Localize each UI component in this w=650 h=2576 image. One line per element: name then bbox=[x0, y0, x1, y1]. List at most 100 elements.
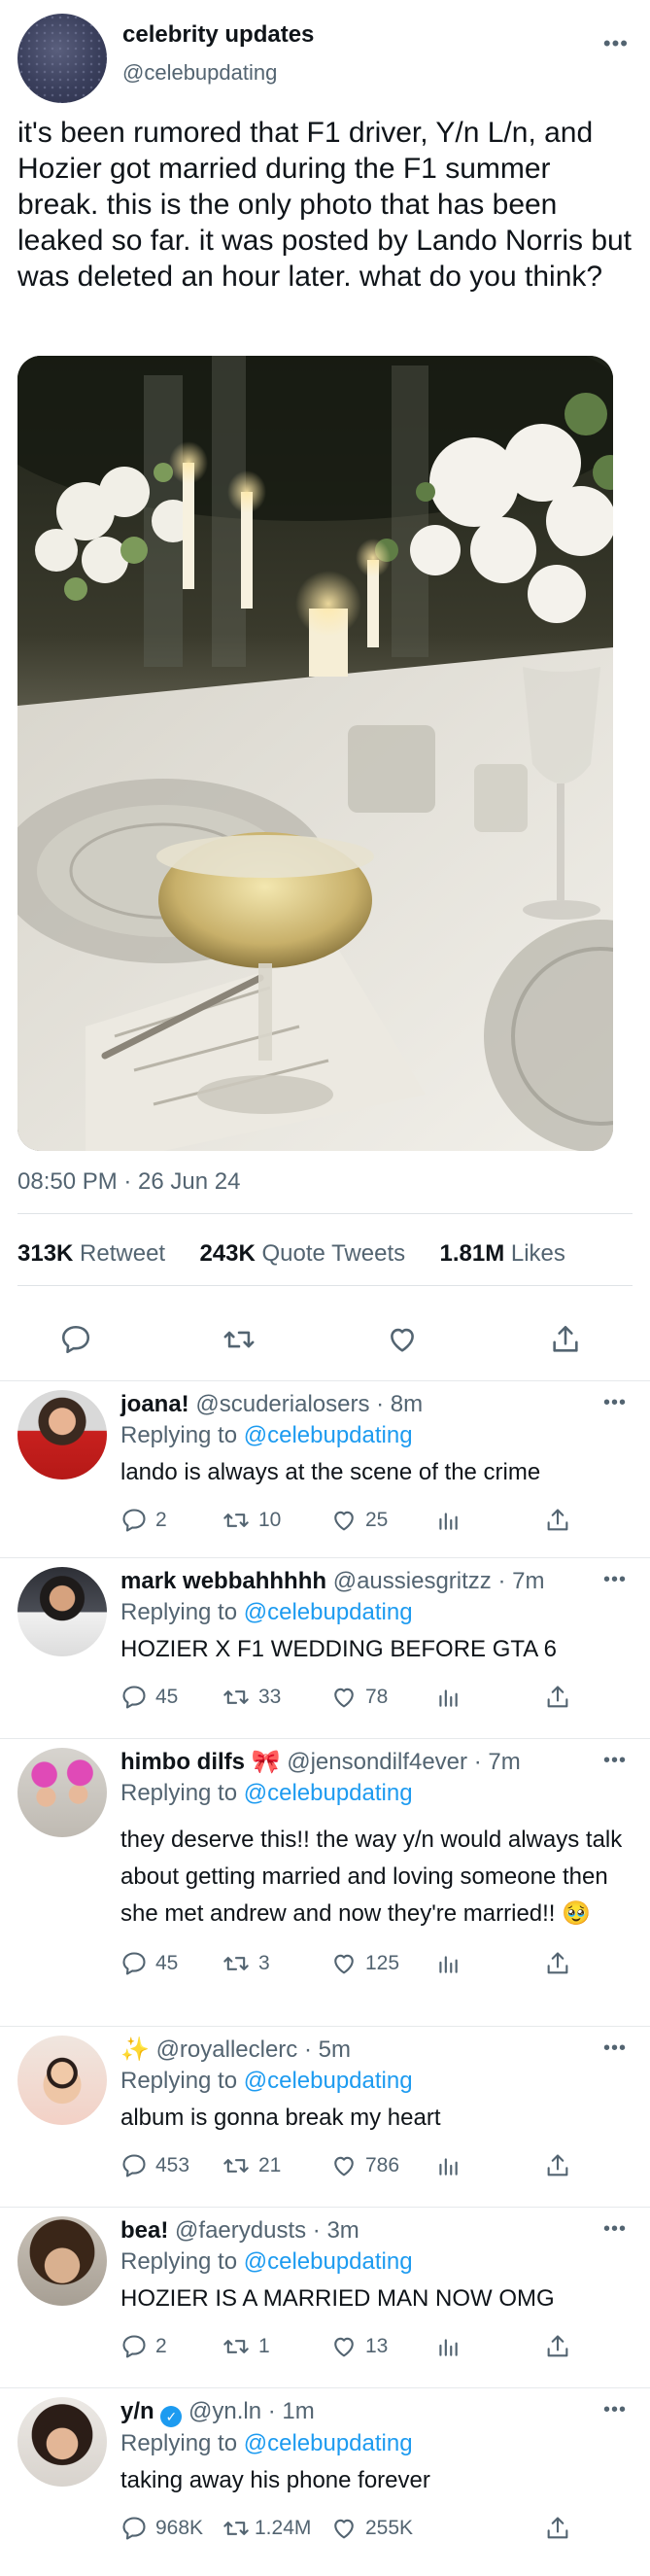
reply-icon[interactable] bbox=[120, 1684, 148, 1711]
heart-icon[interactable] bbox=[330, 2333, 358, 2360]
like-button[interactable]: 255K bbox=[330, 2515, 413, 2542]
reply-button[interactable]: 2 bbox=[120, 1507, 167, 1534]
retweet-icon[interactable] bbox=[222, 1950, 251, 1977]
share-icon[interactable] bbox=[544, 1684, 571, 1711]
heart-icon[interactable] bbox=[381, 1318, 424, 1361]
like-button[interactable]: 786 bbox=[330, 2152, 399, 2179]
replying-to-mention[interactable]: @celebupdating bbox=[244, 1599, 413, 1625]
heart-icon[interactable] bbox=[330, 1507, 358, 1534]
avatar[interactable] bbox=[17, 1567, 107, 1656]
share-icon[interactable] bbox=[544, 2333, 571, 2360]
analytics-icon[interactable] bbox=[435, 2152, 461, 2179]
reply-tweet[interactable]: ••• mark webbahhhhh @aussiesgritzz · 7m … bbox=[0, 1557, 650, 1738]
reply-tweet[interactable]: ••• himbo dilfs 🎀 @jensondilf4ever · 7m … bbox=[0, 1738, 650, 2026]
reply-icon[interactable] bbox=[120, 1950, 148, 1977]
retweet-button[interactable]: 10 bbox=[222, 1507, 281, 1534]
retweet-button[interactable]: 33 bbox=[222, 1684, 281, 1711]
like-count: 255K bbox=[365, 2517, 414, 2539]
quote-label[interactable]: Quote Tweets bbox=[261, 1240, 405, 1267]
analytics-icon[interactable] bbox=[435, 2333, 461, 2360]
retweet-icon[interactable] bbox=[222, 2333, 251, 2360]
more-options-icon[interactable]: ••• bbox=[603, 31, 629, 56]
reply-author-handle[interactable]: @aussiesgritzz · 7m bbox=[333, 1568, 545, 1594]
analytics-icon[interactable] bbox=[435, 1684, 461, 1711]
reply-author-name[interactable]: bea! bbox=[120, 2217, 168, 2244]
replying-to-mention[interactable]: @celebupdating bbox=[244, 1780, 413, 1806]
like-button[interactable]: 125 bbox=[330, 1950, 399, 1977]
replying-to-label: Replying to bbox=[120, 2068, 238, 2094]
wedding-table-photo bbox=[17, 356, 613, 1151]
reply-icon[interactable] bbox=[120, 2152, 148, 2179]
retweet-icon[interactable] bbox=[222, 1507, 251, 1534]
reply-tweet[interactable]: ••• bea! @faerydusts · 3m Replying to @c… bbox=[0, 2207, 650, 2387]
reply-tweet[interactable]: ••• joana! @scuderialosers · 8m Replying… bbox=[0, 1380, 650, 1557]
analytics-icon[interactable] bbox=[435, 1507, 461, 1534]
reply-button[interactable]: 45 bbox=[120, 1684, 178, 1711]
avatar[interactable] bbox=[17, 2397, 107, 2487]
replying-to-mention[interactable]: @celebupdating bbox=[244, 1422, 413, 1448]
reply-author-name[interactable]: y/n bbox=[120, 2398, 154, 2424]
share-icon[interactable] bbox=[544, 2152, 571, 2179]
author-name[interactable]: celebrity updates bbox=[122, 21, 314, 49]
replying-to-label: Replying to bbox=[120, 1780, 238, 1806]
retweet-count[interactable]: 313K bbox=[17, 1240, 73, 1267]
quote-count[interactable]: 243K bbox=[199, 1240, 255, 1267]
reply-author-name[interactable]: himbo dilfs 🎀 bbox=[120, 1749, 281, 1775]
author-handle[interactable]: @celebupdating bbox=[122, 60, 277, 86]
reply-action-bar: 968K 1.24M 255K bbox=[120, 2515, 627, 2554]
avatar[interactable] bbox=[17, 1390, 107, 1479]
heart-icon[interactable] bbox=[330, 2515, 358, 2542]
share-icon[interactable] bbox=[544, 1507, 571, 1534]
reply-author-handle[interactable]: @faerydusts · 3m bbox=[175, 2217, 359, 2244]
like-count[interactable]: 1.81M bbox=[439, 1240, 504, 1267]
retweet-button[interactable]: 1 bbox=[222, 2333, 270, 2360]
reply-button[interactable]: 2 bbox=[120, 2333, 167, 2360]
reply-count: 45 bbox=[155, 1952, 179, 1974]
like-button[interactable]: 78 bbox=[330, 1684, 388, 1711]
reply-text: taking away his phone forever bbox=[120, 2467, 430, 2493]
retweet-label[interactable]: Retweet bbox=[80, 1240, 165, 1267]
reply-author-name[interactable]: mark webbahhhhh bbox=[120, 1568, 326, 1594]
reply-author-handle[interactable]: @scuderialosers · 8m bbox=[195, 1391, 423, 1417]
retweet-button[interactable]: 21 bbox=[222, 2152, 281, 2179]
like-count: 786 bbox=[365, 2154, 400, 2176]
retweet-button[interactable]: 1.24M bbox=[222, 2515, 311, 2542]
reply-author-handle[interactable]: @jensondilf4ever · 7m bbox=[287, 1749, 520, 1775]
avatar[interactable] bbox=[17, 2216, 107, 2306]
reply-author-name[interactable]: ✨ bbox=[120, 2036, 150, 2063]
share-icon[interactable] bbox=[544, 2515, 571, 2542]
share-icon[interactable] bbox=[544, 1950, 571, 1977]
avatar[interactable] bbox=[17, 1748, 107, 1837]
heart-icon[interactable] bbox=[330, 2152, 358, 2179]
reply-button[interactable]: 45 bbox=[120, 1950, 178, 1977]
heart-icon[interactable] bbox=[330, 1684, 358, 1711]
retweet-icon[interactable] bbox=[218, 1318, 260, 1361]
replying-to-mention[interactable]: @celebupdating bbox=[244, 2430, 413, 2456]
retweet-icon[interactable] bbox=[222, 1684, 251, 1711]
like-button[interactable]: 25 bbox=[330, 1507, 388, 1534]
reply-tweet[interactable]: ••• y/n ✓ @yn.ln · 1m Replying to @celeb… bbox=[0, 2387, 650, 2576]
replying-to-mention[interactable]: @celebupdating bbox=[244, 2248, 413, 2275]
reply-icon[interactable] bbox=[120, 2333, 148, 2360]
reply-button[interactable]: 968K bbox=[120, 2515, 203, 2542]
avatar[interactable] bbox=[17, 2036, 107, 2125]
reply-button[interactable]: 453 bbox=[120, 2152, 189, 2179]
analytics-icon[interactable] bbox=[435, 1950, 461, 1977]
reply-author-handle[interactable]: @royalleclerc · 5m bbox=[156, 2036, 351, 2063]
heart-icon[interactable] bbox=[330, 1950, 358, 1977]
like-label[interactable]: Likes bbox=[511, 1240, 565, 1267]
retweet-icon[interactable] bbox=[222, 2152, 251, 2179]
reply-icon[interactable] bbox=[120, 1507, 148, 1534]
like-button[interactable]: 13 bbox=[330, 2333, 388, 2360]
tweet-photo[interactable] bbox=[17, 356, 613, 1151]
retweet-button[interactable]: 3 bbox=[222, 1950, 270, 1977]
reply-icon[interactable] bbox=[120, 2515, 148, 2542]
share-icon[interactable] bbox=[544, 1318, 587, 1361]
reply-tweet[interactable]: ••• ✨ @royalleclerc · 5m Replying to @ce… bbox=[0, 2026, 650, 2207]
reply-author-handle[interactable]: @yn.ln · 1m bbox=[188, 2398, 315, 2424]
author-avatar[interactable] bbox=[17, 14, 107, 103]
reply-author-name[interactable]: joana! bbox=[120, 1391, 189, 1417]
retweet-icon[interactable] bbox=[222, 2515, 251, 2542]
replying-to-mention[interactable]: @celebupdating bbox=[244, 2068, 413, 2094]
reply-icon[interactable] bbox=[54, 1318, 97, 1361]
